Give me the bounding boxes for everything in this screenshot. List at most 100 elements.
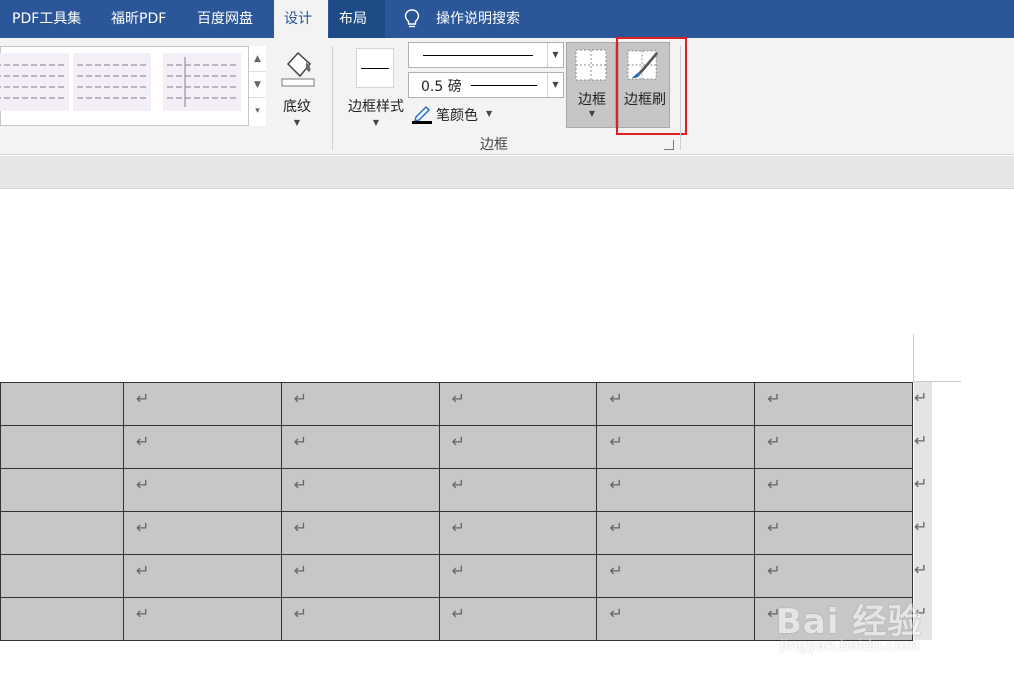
tab-foxit-pdf[interactable]: 福昕PDF bbox=[101, 0, 176, 38]
table-cell[interactable]: ↵ bbox=[438, 554, 598, 598]
table-cell[interactable]: ↵ bbox=[122, 425, 282, 469]
table-cell[interactable] bbox=[0, 382, 124, 426]
chevron-down-icon[interactable]: ▼ bbox=[547, 73, 563, 97]
chevron-down-icon[interactable]: ▼ bbox=[547, 43, 563, 67]
table-cell[interactable]: ↵ bbox=[754, 511, 913, 555]
tab-pdf-tools[interactable]: PDF工具集 bbox=[2, 0, 91, 38]
table-cell[interactable]: ↵ bbox=[122, 597, 282, 641]
tell-me-search[interactable]: 操作说明搜索 bbox=[426, 0, 530, 38]
watermark-url: jingyan.baidu.com bbox=[780, 636, 919, 654]
pen-color-label: 笔颜色 bbox=[436, 108, 478, 124]
table-cell[interactable]: ↵ bbox=[438, 468, 598, 512]
ruler-band bbox=[0, 156, 1014, 189]
cell-end-mark: ↵ bbox=[767, 518, 781, 537]
borders-grid-icon bbox=[575, 49, 607, 81]
paint-bucket-icon bbox=[281, 51, 315, 87]
row-end-mark: ↵ bbox=[914, 425, 932, 468]
table-cell[interactable]: ↵ bbox=[754, 468, 913, 512]
table-cell[interactable] bbox=[0, 511, 124, 555]
table-cell[interactable]: ↵ bbox=[438, 597, 598, 641]
borders-button[interactable]: 边框 ▼ bbox=[566, 42, 616, 128]
dialog-launcher-icon[interactable] bbox=[664, 140, 674, 150]
table-cell[interactable] bbox=[0, 468, 124, 512]
cell-end-mark: ↵ bbox=[135, 518, 150, 537]
cell-end-mark: ↵ bbox=[451, 561, 465, 580]
baidu-watermark: Bai 经验 jingyan.baidu.com bbox=[776, 574, 976, 664]
word-window: PDF工具集 福昕PDF 百度网盘 设计 布局 操作说明搜索 ▲ ▼ ▾ 底纹 … bbox=[0, 0, 1014, 679]
table-cell[interactable]: ↵ bbox=[280, 511, 440, 555]
row-end-mark: ↵ bbox=[914, 511, 932, 554]
table-cell[interactable]: ↵ bbox=[122, 511, 282, 555]
table-cell[interactable]: ↵ bbox=[122, 554, 282, 598]
line-weight-dropdown[interactable]: 0.5 磅 ▼ bbox=[408, 72, 564, 98]
table-style-thumb[interactable] bbox=[0, 53, 69, 111]
cell-end-mark: ↵ bbox=[451, 475, 465, 494]
shading-button[interactable]: 底纹 ▼ bbox=[276, 46, 318, 134]
scroll-up-icon[interactable]: ▲ bbox=[249, 46, 266, 72]
group-separator bbox=[332, 46, 333, 150]
table-cell[interactable] bbox=[0, 554, 124, 598]
table-cell[interactable]: ↵ bbox=[596, 382, 756, 426]
cell-end-mark: ↵ bbox=[135, 389, 150, 408]
table-cell[interactable]: ↵ bbox=[596, 554, 756, 598]
cell-end-mark: ↵ bbox=[293, 518, 308, 537]
cell-end-mark: ↵ bbox=[451, 389, 465, 408]
table-cell[interactable]: ↵ bbox=[596, 425, 756, 469]
table-row: ↵ ↵ ↵ ↵ ↵ bbox=[0, 468, 913, 512]
border-styles-label: 边框样式 bbox=[348, 99, 404, 115]
margin-marker bbox=[913, 334, 914, 382]
table-style-thumb[interactable] bbox=[73, 53, 151, 111]
cell-end-mark: ↵ bbox=[135, 561, 150, 580]
chevron-down-icon: ▼ bbox=[486, 109, 493, 118]
table-cell[interactable]: ↵ bbox=[280, 597, 440, 641]
lightbulb-icon bbox=[404, 9, 420, 28]
chevron-down-icon: ▼ bbox=[372, 118, 380, 127]
table-cell[interactable]: ↵ bbox=[280, 425, 440, 469]
shading-label: 底纹 bbox=[283, 99, 311, 115]
table-cell[interactable] bbox=[0, 425, 124, 469]
table-cell[interactable]: ↵ bbox=[438, 511, 598, 555]
table-styles-gallery[interactable]: ▲ ▼ ▾ bbox=[0, 46, 266, 126]
highlight-box bbox=[616, 37, 687, 135]
table-cell[interactable]: ↵ bbox=[754, 382, 913, 426]
table-cell[interactable]: ↵ bbox=[438, 425, 598, 469]
cell-end-mark: ↵ bbox=[451, 604, 465, 623]
table-cell[interactable]: ↵ bbox=[596, 597, 756, 641]
pen-color-button[interactable]: 笔颜色 ▼ bbox=[412, 104, 532, 126]
tab-design[interactable]: 设计 bbox=[274, 0, 328, 38]
table-cell[interactable]: ↵ bbox=[280, 382, 440, 426]
table-row: ↵ ↵ ↵ ↵ ↵ bbox=[0, 511, 913, 555]
cell-end-mark: ↵ bbox=[609, 518, 623, 537]
cell-end-mark: ↵ bbox=[609, 389, 623, 408]
cell-end-mark: ↵ bbox=[135, 432, 150, 451]
table-cell[interactable]: ↵ bbox=[438, 382, 598, 426]
cell-end-mark: ↵ bbox=[293, 561, 308, 580]
borders-label: 边框 bbox=[578, 92, 606, 108]
table-cell[interactable]: ↵ bbox=[596, 511, 756, 555]
pen-icon bbox=[412, 105, 432, 124]
line-style-dropdown[interactable]: ▼ bbox=[408, 42, 564, 68]
gallery-scroll[interactable]: ▲ ▼ ▾ bbox=[248, 46, 266, 126]
cell-end-mark: ↵ bbox=[767, 432, 781, 451]
table-cell[interactable]: ↵ bbox=[122, 382, 282, 426]
table-cell[interactable] bbox=[0, 597, 124, 641]
gallery-more-icon[interactable]: ▾ bbox=[249, 98, 266, 124]
table-style-thumb[interactable] bbox=[163, 53, 241, 111]
chevron-down-icon: ▼ bbox=[588, 109, 596, 118]
line-weight-value: 0.5 磅 bbox=[421, 79, 462, 95]
tab-baidu-netdisk[interactable]: 百度网盘 bbox=[187, 0, 263, 38]
cell-end-mark: ↵ bbox=[293, 389, 308, 408]
table-cell[interactable]: ↵ bbox=[122, 468, 282, 512]
cell-end-mark: ↵ bbox=[767, 475, 781, 494]
table-cell[interactable]: ↵ bbox=[596, 468, 756, 512]
tab-layout[interactable]: 布局 bbox=[329, 0, 385, 38]
table-cell[interactable]: ↵ bbox=[280, 468, 440, 512]
table-row: ↵ ↵ ↵ ↵ ↵ bbox=[0, 382, 913, 426]
table-cell[interactable]: ↵ bbox=[280, 554, 440, 598]
chevron-down-icon: ▼ bbox=[293, 118, 301, 127]
cell-end-mark: ↵ bbox=[135, 475, 150, 494]
border-styles-button[interactable]: 边框样式 ▼ bbox=[344, 46, 408, 134]
table-cell[interactable]: ↵ bbox=[754, 425, 913, 469]
scroll-down-icon[interactable]: ▼ bbox=[249, 72, 266, 98]
border-style-preview bbox=[356, 48, 394, 88]
